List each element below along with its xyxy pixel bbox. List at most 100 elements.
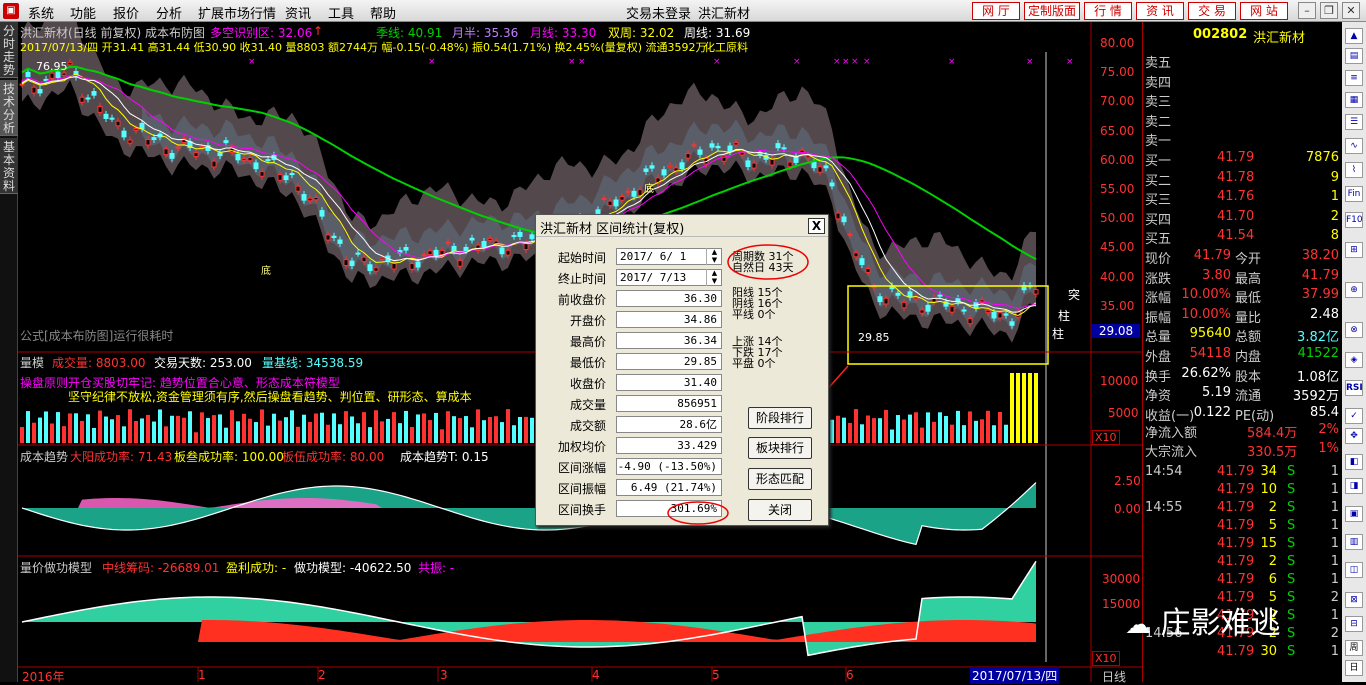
stat-label: 今开 bbox=[1235, 252, 1262, 267]
tab-label: 基本资料 bbox=[3, 140, 16, 193]
sell-level-label: 卖二 bbox=[1145, 114, 1172, 130]
industry-label: 化工原料 bbox=[704, 41, 748, 54]
chart-icon[interactable]: ∿ bbox=[1345, 138, 1363, 154]
tab-label: 技术分析 bbox=[3, 82, 16, 135]
toolbar-icon[interactable]: ◫ bbox=[1345, 562, 1363, 578]
level-count: 平盘 0个 bbox=[732, 357, 776, 370]
tick-side: S bbox=[1287, 482, 1296, 497]
menu-tools[interactable]: 工具 bbox=[328, 3, 354, 22]
low-marker: 底 bbox=[644, 184, 654, 195]
toolbar-icon[interactable]: ⊟ bbox=[1345, 616, 1363, 632]
f10-icon[interactable]: F10 bbox=[1345, 212, 1363, 228]
price-ytick: 50.00 bbox=[1100, 211, 1135, 226]
flow-value: 330.5万 bbox=[1247, 445, 1298, 460]
tab-technical[interactable]: 技术分析 bbox=[0, 80, 18, 136]
menu-quote[interactable]: 报价 bbox=[113, 3, 139, 22]
sector-rank-button[interactable]: 板块排行 bbox=[748, 437, 812, 459]
tick-volume: 10 bbox=[1260, 482, 1277, 497]
stat-value: 3.80 bbox=[1202, 267, 1231, 283]
dialog-close-icon[interactable]: X bbox=[808, 218, 825, 234]
fin-icon[interactable]: Fin bbox=[1345, 186, 1363, 202]
price-ytick: 75.00 bbox=[1100, 65, 1135, 80]
svg-text:×: × bbox=[833, 57, 841, 67]
stat-label: 净资 bbox=[1145, 389, 1172, 405]
custom-layout-button[interactable]: 定制版面 bbox=[1024, 2, 1080, 20]
menu-function[interactable]: 功能 bbox=[70, 3, 96, 22]
toolbar-icon[interactable]: ⊞ bbox=[1345, 242, 1363, 258]
login-status[interactable]: 交易未登录 bbox=[626, 3, 691, 22]
close-button[interactable]: 关闭 bbox=[748, 499, 812, 521]
tick-price: 41.79 bbox=[1217, 644, 1255, 659]
stat-label: 区间振幅 bbox=[557, 482, 606, 496]
close-icon[interactable]: ✕ bbox=[1342, 2, 1360, 19]
spinner-icon[interactable]: ▲ ▼ bbox=[706, 269, 722, 286]
toolbar-icon[interactable]: ▤ bbox=[1345, 48, 1363, 64]
toolbar-icon[interactable]: ⊠ bbox=[1345, 592, 1363, 608]
buy-volume: 9 bbox=[1330, 169, 1339, 185]
stat-value: 95640 bbox=[1189, 326, 1231, 342]
spinner-icon[interactable]: ▲ ▼ bbox=[706, 248, 722, 265]
stat-label: 开盘价 bbox=[569, 314, 606, 328]
week-button[interactable]: 周 bbox=[1345, 640, 1363, 656]
tick-count: 1 bbox=[1330, 500, 1339, 515]
stat-label: 最高价 bbox=[569, 335, 606, 349]
stat-label: 收盘价 bbox=[569, 377, 606, 391]
buy-volume: 8 bbox=[1330, 228, 1339, 244]
stat-value: 36.30 bbox=[616, 290, 722, 307]
day-button[interactable]: 日 bbox=[1345, 660, 1363, 676]
stage-rank-button[interactable]: 阶段排行 bbox=[748, 407, 812, 429]
tick-count: 1 bbox=[1330, 572, 1339, 587]
tick-side: S bbox=[1287, 518, 1296, 533]
rsi-icon[interactable]: RSI bbox=[1345, 380, 1363, 396]
toolbar-icon[interactable]: ≡ bbox=[1345, 70, 1363, 86]
market-button[interactable]: 行 情 bbox=[1084, 2, 1132, 20]
mid-chips: 中线筹码: -26689.01 bbox=[102, 561, 220, 575]
menu-ext-market[interactable]: 扩展市场行情 bbox=[198, 3, 276, 22]
stat-value: 10.00% bbox=[1181, 287, 1231, 303]
tick-row: 41.79 10 S 1 bbox=[1143, 482, 1343, 501]
minimize-icon[interactable]: – bbox=[1298, 2, 1316, 19]
toolbar-icon[interactable]: ▲ bbox=[1345, 28, 1363, 44]
buy-level-label: 买一 bbox=[1145, 154, 1172, 169]
stat-value: 856951 bbox=[616, 395, 722, 412]
menu-analysis[interactable]: 分析 bbox=[156, 3, 182, 22]
hall-button[interactable]: 网 厅 bbox=[972, 2, 1020, 20]
toolbar-icon[interactable]: ▥ bbox=[1345, 534, 1363, 550]
quote-panel: 002802 洪汇新材 卖五 卖四 卖三 卖二 卖一 买一 41.79 7876 买二 41.78 9… bbox=[1142, 22, 1342, 682]
menu-system[interactable]: 系统 bbox=[28, 3, 54, 22]
board-rate: 板叁成功率: 100.00 bbox=[174, 450, 284, 464]
tick-price: 41.79 bbox=[1217, 500, 1255, 515]
menu-info[interactable]: 资讯 bbox=[285, 3, 311, 22]
tab-intraday[interactable]: 分时走势 bbox=[0, 22, 18, 78]
move-icon[interactable]: ✥ bbox=[1345, 428, 1363, 444]
toolbar-icon[interactable]: ✓ bbox=[1345, 408, 1363, 424]
stat-label: 总量 bbox=[1145, 330, 1172, 346]
toolbar-icon[interactable]: ⊕ bbox=[1345, 282, 1363, 298]
toolbar-icon[interactable]: ▦ bbox=[1345, 92, 1363, 108]
app-logo-icon[interactable]: ▣ bbox=[3, 3, 19, 19]
tick-volume: 30 bbox=[1260, 644, 1277, 659]
toolbar-icon[interactable]: ◈ bbox=[1345, 352, 1363, 368]
stat-label: 外盘 bbox=[1145, 350, 1172, 365]
news-button[interactable]: 资 讯 bbox=[1136, 2, 1184, 20]
toolbar-icon[interactable]: ◨ bbox=[1345, 478, 1363, 494]
work-model: 做功模型: -40622.50 bbox=[294, 561, 412, 575]
toolbar-icon[interactable]: ◧ bbox=[1345, 454, 1363, 470]
website-button[interactable]: 网 站 bbox=[1240, 2, 1288, 20]
sell-level-label: 卖四 bbox=[1145, 75, 1172, 91]
tab-fundamentals[interactable]: 基本资料 bbox=[0, 138, 18, 194]
toolbar-icon[interactable]: ☰ bbox=[1345, 114, 1363, 130]
date-cursor-label: 2017/07/13/四 bbox=[970, 667, 1060, 684]
menu-bar: ▣ 系统 功能 报价 分析 扩展市场行情 资讯 工具 帮助 交易未登录 洪汇新材… bbox=[0, 0, 1366, 22]
stat-value: 5.19 bbox=[1202, 385, 1231, 401]
pattern-match-button[interactable]: 形态匹配 bbox=[748, 468, 812, 490]
toolbar-icon[interactable]: ▣ bbox=[1345, 506, 1363, 522]
menu-help[interactable]: 帮助 bbox=[370, 3, 396, 22]
period-label[interactable]: 日线 bbox=[1102, 668, 1126, 685]
toolbar-icon[interactable]: ⊗ bbox=[1345, 322, 1363, 338]
stat-value: 38.20 bbox=[1301, 248, 1339, 263]
trade-button[interactable]: 交 易 bbox=[1188, 2, 1236, 20]
stat-label: PE(动) bbox=[1235, 408, 1275, 424]
chart-icon[interactable]: ⌇ bbox=[1345, 162, 1363, 178]
restore-icon[interactable]: ❐ bbox=[1320, 2, 1338, 19]
